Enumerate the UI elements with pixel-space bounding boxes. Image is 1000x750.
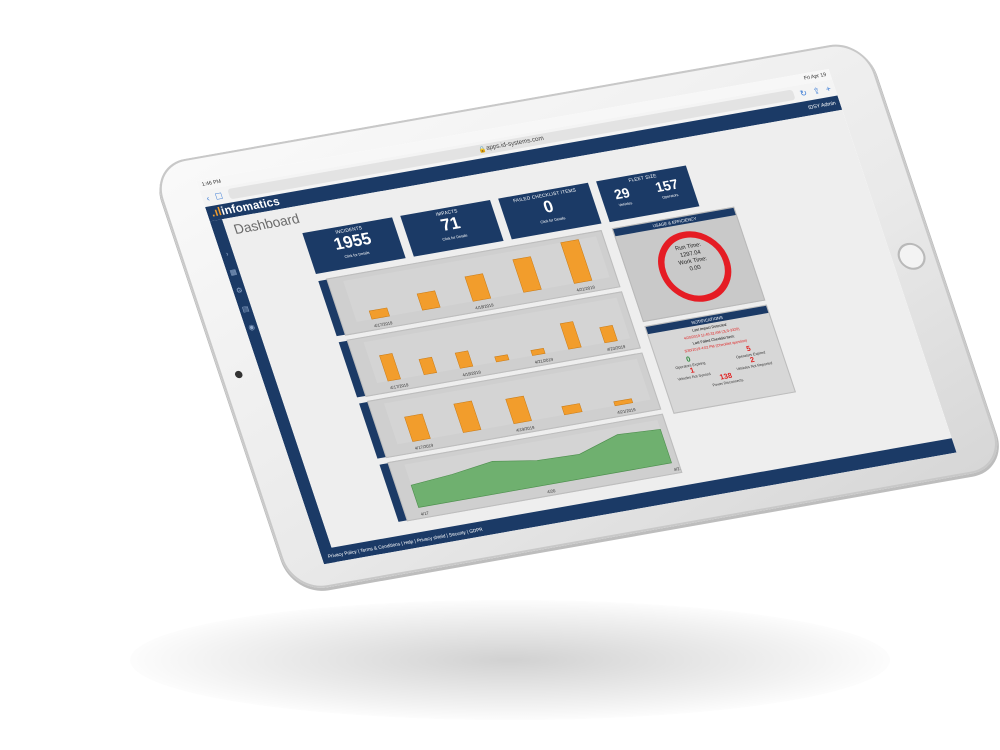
failed-checklist-card[interactable]: FAILED CHECKLIST ITEMS 0 Click for Detai… [498,182,602,240]
share-icon[interactable]: ⇪ [811,85,821,95]
reports-icon[interactable]: ▤ [241,304,250,313]
fleet-size-card[interactable]: FLEET SIZE 29 Vehicles 157 Operators [596,165,700,223]
impacts-card[interactable]: IMPACTS 71 Click for Details [400,200,504,257]
x-tick-label: 4/19/2019 [462,369,482,377]
x-tick-label: 4/23/2019 [606,344,626,352]
tablet-device: 1:46 PM Fri Apr 19 ‹ ☐ 🔒 apps.id-systems… [150,39,1000,594]
tablet-shadow [130,600,890,720]
users-icon[interactable]: ◉ [247,323,257,332]
x-tick-label: 4/21/2019 [576,284,596,292]
x-tick-label: 4/23 [673,466,681,472]
back-icon[interactable]: ‹ [205,193,211,203]
x-tick-label: 4/17/2019 [414,443,434,451]
dashboard-icon[interactable]: ▦ [229,268,238,277]
notifications-panel: NOTIFICATIONS Last Impact Detected: 4/20… [644,304,796,414]
x-tick-label: 4/19/2019 [475,302,495,310]
expand-icon[interactable]: › [225,251,230,259]
notification-stats: 0 Operators Expiring 5 Operators Expired 1… [657,340,789,395]
stage: 1:46 PM Fri Apr 19 ‹ ☐ 🔒 apps.id-systems… [0,0,1000,750]
fleet-vehicles-value: 29 [612,184,632,203]
x-tick-label: 4/20 [547,488,557,494]
reload-icon[interactable]: ↻ [798,88,808,98]
x-tick-label: 4/21/2019 [534,357,554,365]
incidents-card[interactable]: INCIDENTS 1955 Click for Details [302,217,406,274]
x-tick-label: 4/19/2019 [515,425,535,433]
x-tick-label: 4/17/2019 [389,382,409,390]
settings-icon[interactable]: ⚙ [235,286,244,295]
bookmarks-icon[interactable]: ☐ [214,191,224,201]
new-tab-icon[interactable]: + [824,83,832,93]
usage-efficiency-panel: USAGE & EFFICIENCY Run Time: 1297.04 Wor… [611,206,766,323]
x-tick-label: 4/21/2019 [616,407,636,415]
x-tick-label: 4/17/2019 [373,320,393,328]
x-tick-label: 4/17 [420,510,430,516]
user-menu[interactable]: IDSY Admin [807,100,836,111]
